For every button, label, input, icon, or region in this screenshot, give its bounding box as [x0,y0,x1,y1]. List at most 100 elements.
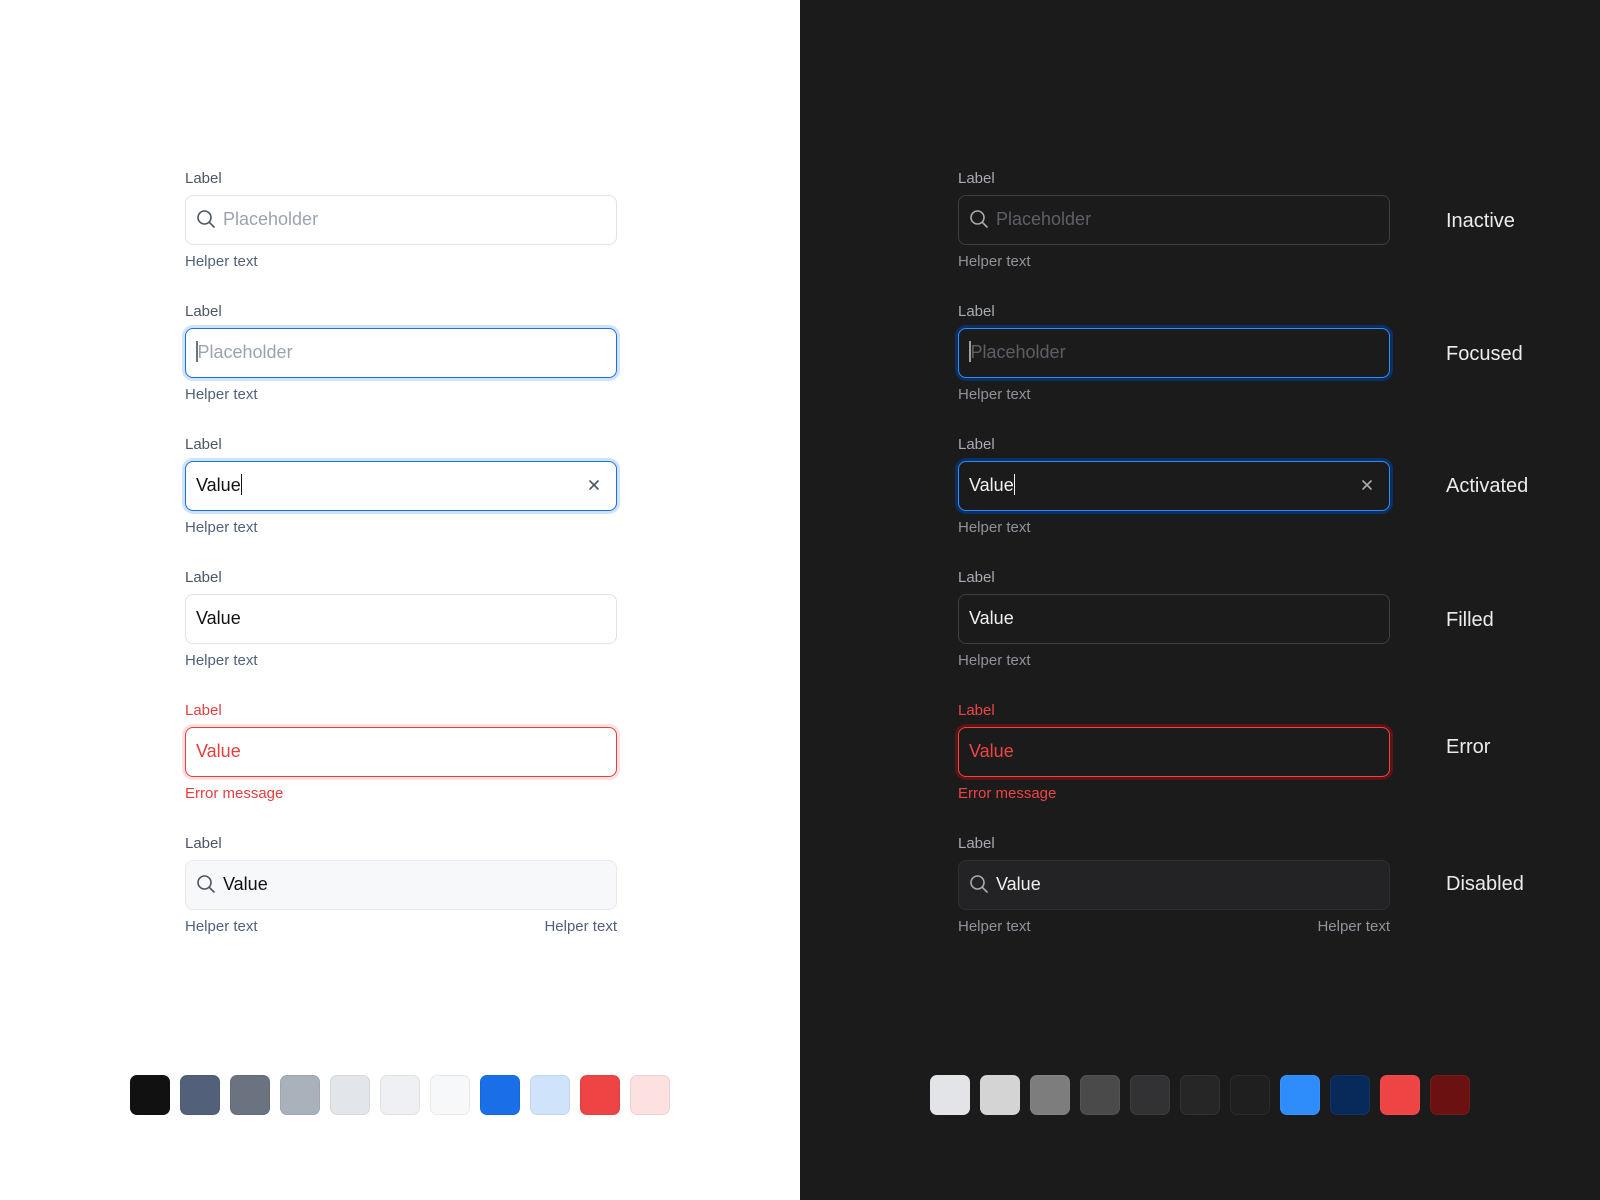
color-swatch [330,1075,370,1115]
text-caret [240,473,243,495]
light-field-filled: Label Value Helper text [185,567,617,700]
state-label-inactive: Inactive [1446,210,1515,232]
input-value: Value [996,874,1041,894]
light-field-inactive: Label Placeholder Helper text [185,168,617,301]
dark-field-filled: Label Value Helper text [958,567,1390,700]
helper-text: Helper text [185,386,258,403]
input-value: Value [969,741,1014,761]
input-value: Value [969,608,1014,628]
color-swatch [1180,1075,1220,1115]
input-value: Value [196,741,241,761]
input-value-with-caret: Value [969,462,1016,509]
helper-text: Helper text [958,652,1031,669]
text-input[interactable]: Placeholder [185,328,617,378]
dark-field-error: Label Value Error message [958,700,1390,833]
state-label-error: Error [1446,736,1491,758]
color-swatch [1230,1075,1270,1115]
state-label-disabled: Disabled [1446,873,1524,895]
dark-field-disabled: Label Value Helper text Helper text [958,833,1390,966]
text-input[interactable]: Placeholder [958,328,1390,378]
light-field-list: Label Placeholder Helper text Label Plac… [185,168,617,966]
search-input[interactable]: Placeholder [185,195,617,245]
light-field-activated: Label Value Helper text [185,434,617,567]
input-value: Value [969,475,1014,495]
color-swatch [280,1075,320,1115]
color-swatch [930,1075,970,1115]
field-label: Label [958,702,995,719]
input-placeholder: Placeholder [197,342,293,362]
text-caret [1013,473,1016,495]
close-icon[interactable] [1358,476,1376,494]
input-placeholder: Placeholder [970,342,1066,362]
search-icon [970,210,988,228]
light-field-error: Label Value Error message [185,700,617,833]
text-input[interactable]: Value [185,727,617,777]
state-label-focused: Focused [1446,343,1523,365]
text-input[interactable]: Value [958,727,1390,777]
color-swatch [380,1075,420,1115]
field-label: Label [185,303,222,320]
close-icon[interactable] [585,476,603,494]
field-label: Label [958,170,995,187]
field-label: Label [185,569,222,586]
input-value: Value [196,608,241,628]
color-swatch [1330,1075,1370,1115]
input-placeholder: Placeholder [996,209,1092,229]
helper-text: Helper text [958,253,1031,270]
search-icon [970,875,988,893]
color-swatch [580,1075,620,1115]
color-swatch [1430,1075,1470,1115]
search-icon [197,875,215,893]
input-placeholder-with-caret: Placeholder [196,329,293,376]
helper-text: Helper text [958,918,1031,935]
color-swatch [430,1075,470,1115]
color-swatch [1080,1075,1120,1115]
color-swatch [230,1075,270,1115]
dark-theme-panel: Label Placeholder Helper text Label Plac… [800,0,1600,1200]
dark-field-activated: Label Value Helper text [958,434,1390,567]
search-input[interactable]: Placeholder [958,195,1390,245]
color-swatch [180,1075,220,1115]
input-value: Value [196,475,241,495]
text-input[interactable]: Value [185,461,617,511]
dark-field-focused: Label Placeholder Helper text [958,301,1390,434]
state-label-filled: Filled [1446,609,1494,631]
field-label: Label [958,436,995,453]
helper-text-right: Helper text [544,918,617,935]
field-label: Label [958,569,995,586]
text-input[interactable]: Value [958,594,1390,644]
helper-text: Helper text [185,519,258,536]
light-field-disabled: Label Value Helper text Helper text [185,833,617,966]
helper-text: Helper text [958,386,1031,403]
helper-text: Helper text [185,253,258,270]
color-swatch [130,1075,170,1115]
dark-field-inactive: Label Placeholder Helper text [958,168,1390,301]
input-value-with-caret: Value [196,462,243,509]
light-theme-panel: Label Placeholder Helper text Label Plac… [0,0,800,1200]
text-caret [969,340,971,362]
text-input[interactable]: Value [958,461,1390,511]
color-swatch [1280,1075,1320,1115]
error-message: Error message [958,785,1057,802]
search-icon [197,210,215,228]
text-input[interactable]: Value [185,594,617,644]
color-swatch [480,1075,520,1115]
dark-field-list: Label Placeholder Helper text Label Plac… [958,168,1390,966]
helper-text: Helper text [185,918,258,935]
color-swatch [980,1075,1020,1115]
search-input: Value [185,860,617,910]
error-message: Error message [185,785,284,802]
field-label: Label [958,835,995,852]
color-swatch [1130,1075,1170,1115]
dark-color-swatches [930,1075,1480,1115]
color-swatch [630,1075,670,1115]
input-placeholder-with-caret: Placeholder [969,329,1066,376]
input-placeholder: Placeholder [223,209,319,229]
color-swatch [1030,1075,1070,1115]
search-input: Value [958,860,1390,910]
state-label-activated: Activated [1446,475,1529,497]
text-caret [196,340,198,362]
helper-text: Helper text [185,652,258,669]
field-label: Label [185,835,222,852]
color-swatch [530,1075,570,1115]
